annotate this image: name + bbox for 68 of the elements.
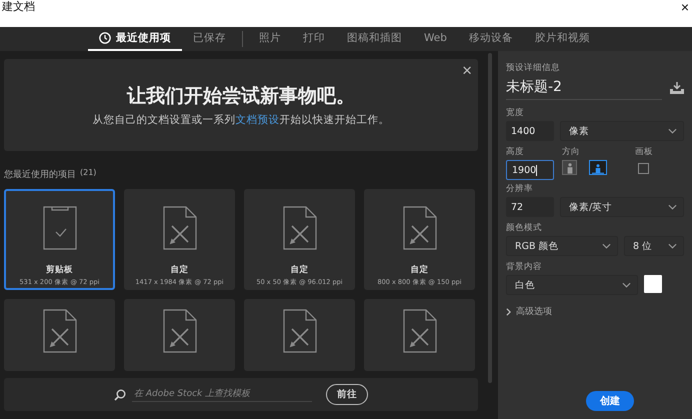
tab[interactable]: 照片 [248, 27, 292, 51]
window-title: 建文档 [1, 0, 35, 14]
banner-text: 开始以快速开始工作。 [280, 114, 390, 126]
document-pencil-icon [282, 206, 316, 250]
search-icon [114, 388, 126, 400]
create-button[interactable]: 创建 [586, 391, 634, 411]
artboard-checkbox[interactable] [638, 163, 649, 174]
chevron-down-icon [602, 243, 611, 249]
advanced-options-toggle[interactable]: 高级选项 [506, 305, 684, 318]
color-swatch[interactable] [644, 275, 662, 293]
tab[interactable]: 最近使用项 [88, 27, 182, 51]
height-field[interactable]: 1900 [506, 160, 554, 180]
tab[interactable]: 已保存 [182, 27, 237, 51]
document-pencil-icon [162, 309, 196, 353]
chevron-right-icon [506, 308, 511, 316]
preset-name: 剪贴板 [46, 264, 73, 276]
tab[interactable]: 图稿和插图 [336, 27, 413, 51]
document-pencil-icon [162, 206, 196, 250]
color-mode-dropdown[interactable]: RGB 颜色 [506, 236, 618, 256]
field-label: 宽度 [506, 107, 525, 119]
resolution-field[interactable]: 72 [506, 197, 554, 217]
field-label: 分辨率 [506, 183, 534, 195]
save-preset-icon[interactable] [670, 82, 684, 94]
tab[interactable]: 打印 [292, 27, 336, 51]
background-dropdown[interactable]: 白色 [506, 275, 638, 295]
field-label: 背景内容 [506, 261, 543, 273]
item-count: (21) [80, 168, 96, 179]
preset-card[interactable] [4, 299, 115, 371]
landscape-button[interactable] [589, 160, 607, 175]
preset-name: 自定 [410, 264, 428, 276]
preset-card[interactable] [244, 299, 355, 371]
document-pencil-icon [42, 309, 76, 353]
close-button[interactable]: × [462, 61, 472, 81]
go-button[interactable]: 前往 [326, 384, 368, 405]
bit-depth-dropdown[interactable]: 8 位 [624, 236, 684, 256]
presets-link[interactable]: 文档预设 [236, 114, 280, 126]
tab[interactable]: 移动设备 [458, 27, 524, 51]
field-label: 画板 [635, 146, 653, 158]
field-label: 方向 [562, 146, 581, 158]
field-label: 预设详细信息 [506, 62, 561, 74]
portrait-button[interactable] [562, 160, 577, 175]
chevron-down-icon [668, 204, 677, 210]
clipboard-icon [42, 206, 76, 250]
person-icon [592, 162, 604, 174]
chevron-down-icon [668, 243, 677, 249]
search-field[interactable]: 在 Adobe Stock 上查找模板 [132, 387, 312, 402]
chevron-down-icon [622, 282, 631, 288]
preset-card[interactable] [364, 299, 475, 371]
chevron-down-icon [668, 128, 677, 134]
section-title: 您最近使用的项目 [4, 168, 76, 181]
preset-card[interactable] [124, 299, 235, 371]
field-label: 高度 [506, 146, 525, 158]
tab[interactable]: Web [413, 27, 458, 51]
banner-heading: 让我们开始尝试新事物吧。 [127, 84, 355, 109]
width-field[interactable]: 1400 [506, 121, 554, 141]
unit-dropdown[interactable]: 像素/英寸 [560, 197, 684, 217]
document-pencil-icon [402, 206, 436, 250]
document-name-field[interactable]: 未标题-2 [506, 76, 662, 100]
person-icon [566, 162, 574, 174]
preset-name: 自定 [290, 264, 308, 276]
field-label: 颜色模式 [506, 222, 543, 234]
close-button[interactable]: × [678, 0, 692, 14]
tab[interactable]: 胶片和视频 [524, 27, 601, 51]
document-pencil-icon [402, 309, 436, 353]
preset-name: 自定 [170, 264, 188, 276]
unit-dropdown[interactable]: 像素 [560, 121, 684, 141]
document-pencil-icon [282, 309, 316, 353]
banner-text: 从您自己的文档设置或一系列 [92, 114, 236, 126]
